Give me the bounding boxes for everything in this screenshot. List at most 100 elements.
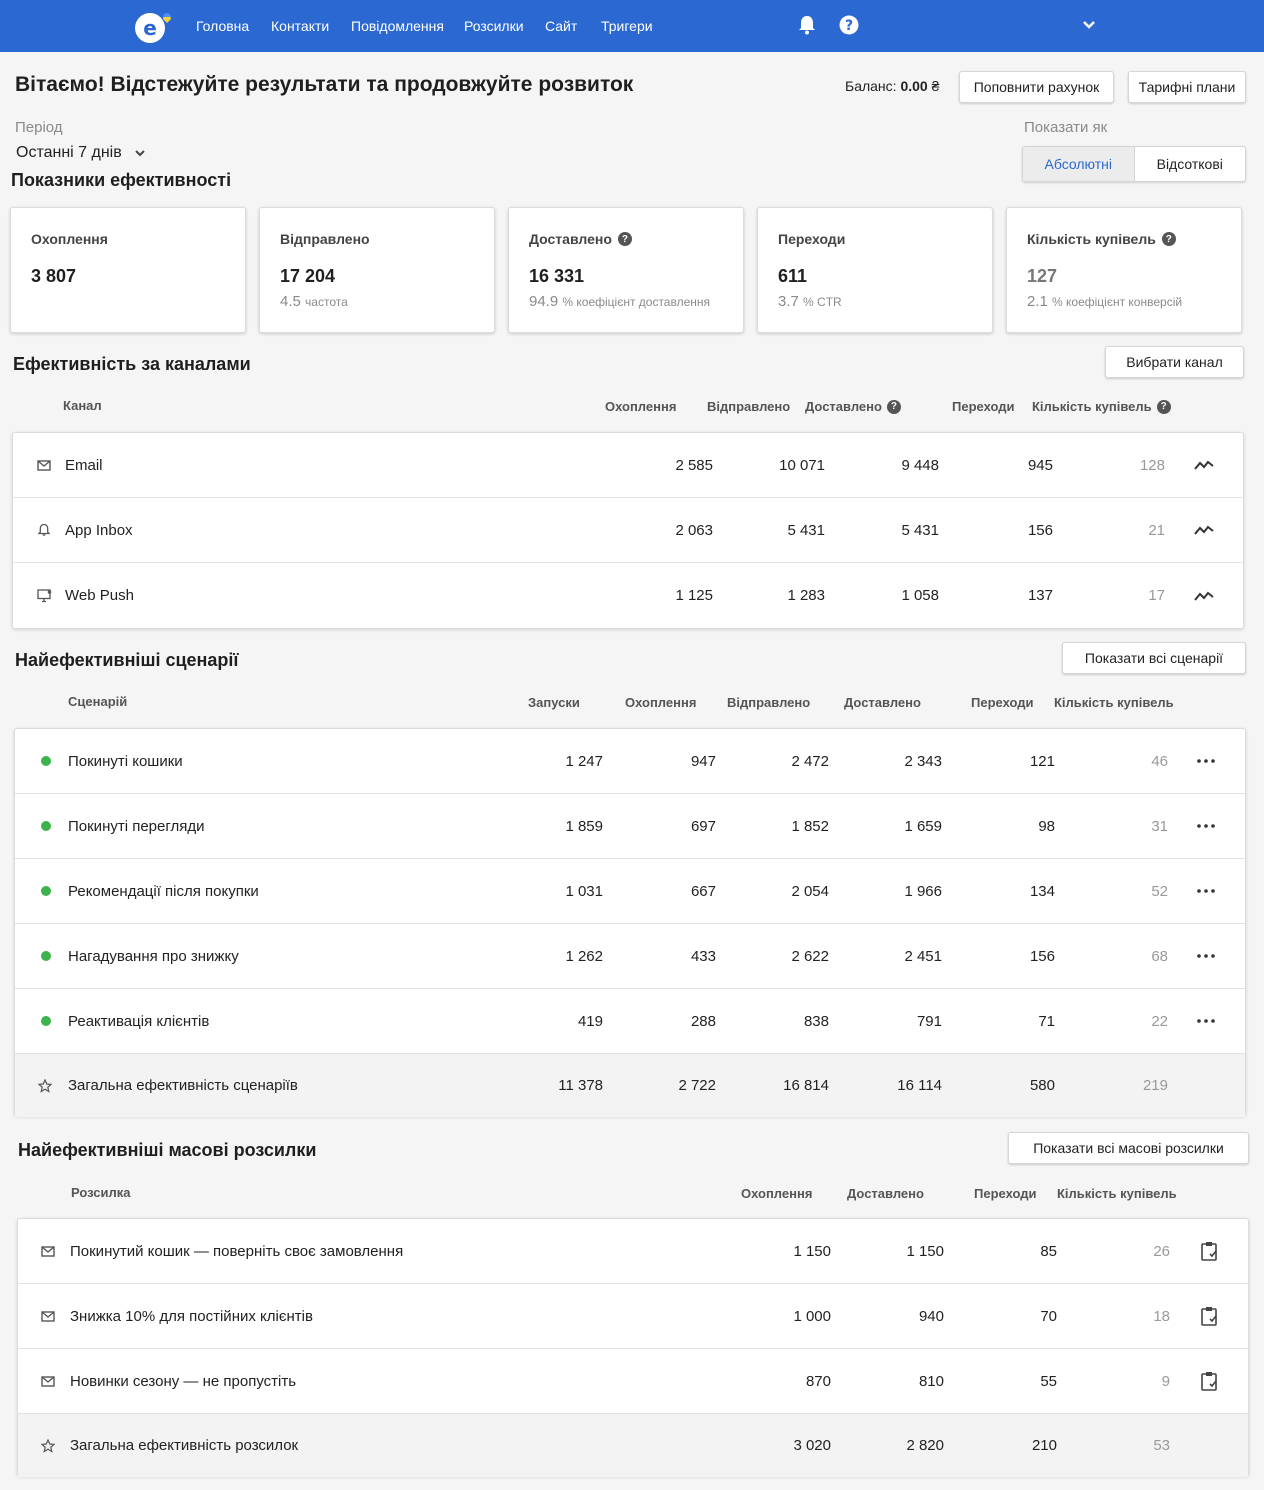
scenario-name[interactable]: Покинуті кошики <box>68 729 183 793</box>
col-header-reach[interactable]: Охоплення <box>625 695 696 710</box>
col-header-delivered[interactable]: Доставлено <box>844 695 921 710</box>
scenario-delivered: 2 343 <box>904 752 942 770</box>
table-row[interactable]: Покинуті кошики 1 247 947 2 472 2 343 12… <box>15 729 1245 794</box>
kpi-card-value: 611 <box>778 266 808 286</box>
plans-button[interactable]: Тарифні плани <box>1128 71 1246 103</box>
scenario-delivered: 791 <box>916 1012 942 1030</box>
kpi-card-title: Переходи <box>778 231 845 247</box>
col-header-purchases[interactable]: Кількість купівель <box>1057 1186 1177 1201</box>
col-header-clicks[interactable]: Переходи <box>952 399 1015 414</box>
scenario-clicks: 156 <box>1029 947 1055 965</box>
topup-button[interactable]: Поповнити рахунок <box>959 71 1114 103</box>
scenario-runs: 419 <box>577 1012 603 1030</box>
more-options-icon[interactable] <box>1197 989 1215 1053</box>
more-options-icon[interactable] <box>1197 794 1215 858</box>
balance: Баланс: 0.00 ₴ <box>845 78 939 94</box>
bell-icon[interactable] <box>797 14 817 36</box>
campaign-name[interactable]: Покинутий кошик — поверніть своє замовле… <box>70 1219 403 1283</box>
scenario-name[interactable]: Рекомендації після покупки <box>68 859 259 923</box>
col-header-delivered[interactable]: Доставлено <box>847 1186 924 1201</box>
kpi-sub-value: 4.5 <box>280 293 301 310</box>
scenario-name[interactable]: Реактивація клієнтів <box>68 989 209 1053</box>
scenario-delivered: 1 659 <box>904 817 942 835</box>
nav-item-triggers[interactable]: Тригери <box>601 18 653 34</box>
channel-sent: 5 431 <box>787 521 825 539</box>
choose-channel-button[interactable]: Вибрати канал <box>1105 346 1244 378</box>
table-row[interactable]: Покинуті перегляди 1 859 697 1 852 1 659… <box>15 794 1245 859</box>
help-icon[interactable]: ? <box>1161 232 1176 246</box>
kpi-card-value: 127 <box>1027 266 1058 286</box>
show-all-campaigns-button[interactable]: Показати всі масові розсилки <box>1008 1132 1249 1164</box>
channel-reach: 1 125 <box>675 587 713 604</box>
table-row[interactable]: Знижка 10% для постійних клієнтів 1 000 … <box>18 1284 1248 1349</box>
chevron-down-icon[interactable] <box>1082 20 1096 30</box>
help-icon[interactable]: ? <box>1156 399 1171 414</box>
col-header-clicks[interactable]: Переходи <box>971 695 1034 710</box>
scenario-clicks: 121 <box>1029 752 1055 770</box>
more-options-icon[interactable] <box>1197 924 1215 988</box>
col-header-clicks[interactable]: Переходи <box>974 1186 1037 1201</box>
campaign-name[interactable]: Знижка 10% для постійних клієнтів <box>70 1284 313 1348</box>
scenario-clicks: 98 <box>1038 817 1055 835</box>
table-row[interactable]: Рекомендації після покупки 1 031 667 2 0… <box>15 859 1245 924</box>
clipboard-check-icon[interactable] <box>1200 1219 1218 1283</box>
col-header-sent[interactable]: Відправлено <box>727 695 810 710</box>
table-row[interactable]: Покинутий кошик — поверніть своє замовле… <box>18 1219 1248 1284</box>
trend-icon[interactable] <box>1194 563 1214 628</box>
col-header-reach[interactable]: Охоплення <box>605 399 676 414</box>
scenario-reach: 288 <box>690 1012 716 1030</box>
help-icon[interactable]: ? <box>617 232 632 246</box>
show-as-absolute[interactable]: Абсолютні <box>1023 147 1135 181</box>
scenario-reach: 2 722 <box>678 1077 716 1094</box>
col-header-delivered[interactable]: Доставлено? <box>805 399 901 414</box>
nav-item-home[interactable]: Головна <box>196 18 249 34</box>
nav-item-messages[interactable]: Повідомлення <box>351 18 444 34</box>
period-select[interactable]: Останні 7 днів <box>16 144 146 162</box>
col-header-reach[interactable]: Охоплення <box>741 1186 812 1201</box>
clipboard-check-icon[interactable] <box>1200 1349 1218 1413</box>
scenario-name[interactable]: Покинуті перегляди <box>68 794 205 858</box>
kpi-sub-label: % CTR <box>803 295 842 309</box>
table-row[interactable]: Новинки сезону — не пропустіть 870 810 5… <box>18 1349 1248 1414</box>
scenario-runs: 1 031 <box>565 882 603 900</box>
monitor-icon <box>37 563 52 628</box>
table-row[interactable]: Реактивація клієнтів 419 288 838 791 71 … <box>15 989 1245 1054</box>
trend-icon[interactable] <box>1194 498 1214 562</box>
scenario-purchases: 52 <box>1151 882 1168 900</box>
col-header-purchases[interactable]: Кількість купівель <box>1054 695 1174 710</box>
campaign-delivered: 2 820 <box>906 1437 944 1454</box>
channel-sent: 1 283 <box>787 587 825 604</box>
campaign-reach: 1 000 <box>793 1307 831 1325</box>
clipboard-check-icon[interactable] <box>1200 1284 1218 1348</box>
help-icon[interactable]: ? <box>839 15 859 35</box>
col-header-purchases[interactable]: Кількість купівель? <box>1032 399 1171 414</box>
nav-item-contacts[interactable]: Контакти <box>271 18 329 34</box>
top-navigation-bar: e Головна Контакти Повідомлення Розсилки… <box>0 0 1264 52</box>
nav-item-mailings[interactable]: Розсилки <box>464 18 524 34</box>
chevron-down-icon <box>135 150 145 157</box>
campaign-name[interactable]: Новинки сезону — не пропустіть <box>70 1349 296 1413</box>
table-row[interactable]: Email 2 585 10 071 9 448 945 128 <box>13 433 1243 498</box>
scenario-name[interactable]: Нагадування про знижку <box>68 924 239 988</box>
scenario-clicks: 580 <box>1029 1077 1055 1094</box>
scenario-delivered: 16 114 <box>897 1077 942 1094</box>
show-as-percent[interactable]: Відсоткові <box>1135 147 1246 181</box>
logo-icon[interactable]: e <box>133 9 173 45</box>
table-row[interactable]: App Inbox 2 063 5 431 5 431 156 21 <box>13 498 1243 563</box>
scenario-total-name: Загальна ефективність сценаріїв <box>68 1077 298 1094</box>
channel-delivered: 5 431 <box>901 521 939 539</box>
more-options-icon[interactable] <box>1197 729 1215 793</box>
more-options-icon[interactable] <box>1197 859 1215 923</box>
help-icon[interactable]: ? <box>886 399 901 414</box>
col-header-runs[interactable]: Запуски <box>528 695 580 710</box>
col-header-sent[interactable]: Відправлено <box>707 399 790 414</box>
kpi-card-value: 16 331 <box>529 266 585 286</box>
kpi-section-title: Показники ефективності <box>11 170 232 190</box>
show-all-scenarios-button[interactable]: Показати всі сценарії <box>1062 642 1246 674</box>
table-row[interactable]: Web Push 1 125 1 283 1 058 137 17 <box>13 563 1243 628</box>
kpi-sub-value: 3.7 <box>778 293 799 310</box>
table-row[interactable]: Нагадування про знижку 1 262 433 2 622 2… <box>15 924 1245 989</box>
trend-icon[interactable] <box>1194 433 1214 497</box>
nav-item-site[interactable]: Сайт <box>545 18 577 34</box>
svg-text:e: e <box>143 16 157 40</box>
